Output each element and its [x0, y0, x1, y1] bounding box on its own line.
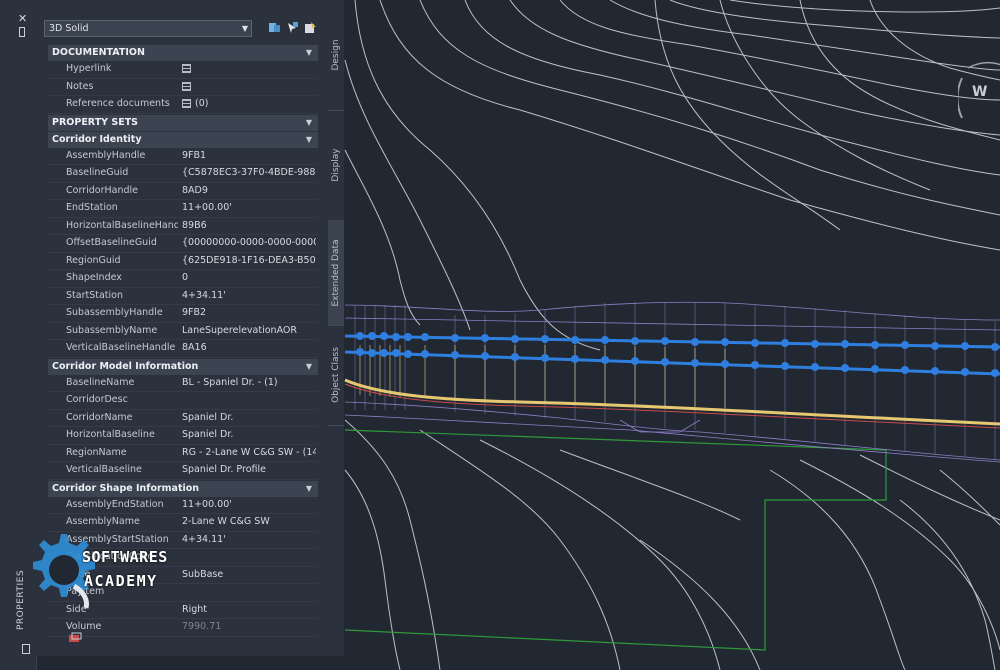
- property-row-reference-documents[interactable]: Reference documents (0): [48, 96, 318, 114]
- property-row[interactable]: CorridorName Spaniel Dr.: [48, 410, 318, 427]
- property-row-notes[interactable]: Notes: [48, 79, 318, 96]
- property-value[interactable]: [182, 61, 316, 78]
- close-icon[interactable]: ✕: [18, 12, 27, 25]
- property-row[interactable]: StartStation 4+34.11': [48, 288, 318, 305]
- property-row[interactable]: ShapeIndex 0: [48, 270, 318, 288]
- property-row[interactable]: VerticalBaseline Spaniel Dr. Profile: [48, 462, 318, 480]
- property-row[interactable]: AssemblyName 2-Lane W C&G SW: [48, 514, 318, 532]
- property-row[interactable]: BaselineName BL - Spaniel Dr. - (1): [48, 375, 318, 392]
- property-row[interactable]: VerticalBaselineHandle 8A16: [48, 340, 318, 358]
- bottom-tool-icon[interactable]: [68, 632, 82, 644]
- gear-logo-icon: [33, 534, 95, 609]
- section-corridor-shape-information[interactable]: Corridor Shape Information ▼: [48, 479, 318, 497]
- watermark-logo: SOFTWARES ACADEMY: [26, 530, 206, 610]
- property-row[interactable]: OffsetBaselineGuid {00000000-0000-0000-00…: [48, 235, 318, 253]
- quick-select-icon[interactable]: [304, 21, 317, 34]
- property-value[interactable]: [182, 79, 316, 96]
- chevron-down-icon: ▼: [305, 117, 312, 127]
- property-row[interactable]: SubassemblyHandle 9FB2: [48, 305, 318, 323]
- object-type-value: 3D Solid: [49, 23, 89, 34]
- property-row[interactable]: Volume 7990.71: [48, 619, 318, 637]
- property-row[interactable]: AssemblyEndStation 11+00.00': [48, 497, 318, 514]
- property-row-hyperlink[interactable]: Hyperlink: [48, 61, 318, 79]
- toggle-pickadd-icon[interactable]: [268, 21, 281, 34]
- section-corridor-identity[interactable]: Corridor Identity ▼: [48, 130, 318, 148]
- palette-tabs: Design Display Extended Data Object Clas…: [328, 0, 344, 656]
- tab-display[interactable]: Display: [328, 110, 344, 221]
- select-objects-icon[interactable]: [286, 21, 299, 34]
- browse-icon[interactable]: [182, 64, 191, 73]
- property-row[interactable]: BaselineGuid{C5878EC3-37F0-4BDE-9887-...: [48, 165, 318, 183]
- property-row[interactable]: RegionName RG - 2-Lane W C&G SW - (14): [48, 445, 318, 462]
- palette-settings-icon[interactable]: [22, 644, 30, 654]
- tab-design[interactable]: Design: [328, 0, 344, 111]
- compass-west-label: W: [972, 84, 988, 100]
- chevron-down-icon: ▼: [305, 361, 312, 371]
- property-row[interactable]: SubassemblyName LaneSuperelevationAOR: [48, 323, 318, 340]
- property-row[interactable]: CorridorHandle 8AD9: [48, 183, 318, 200]
- property-row[interactable]: HorizontalBaseline Spaniel Dr.: [48, 427, 318, 445]
- property-row[interactable]: AssemblyHandle 9FB1: [48, 148, 318, 165]
- property-row[interactable]: EndStation 11+00.00': [48, 200, 318, 218]
- section-documentation[interactable]: DOCUMENTATION ▼: [48, 44, 318, 61]
- chevron-down-icon: ▼: [305, 483, 312, 493]
- viewcube-compass[interactable]: W: [958, 48, 1000, 138]
- chevron-down-icon: ▼: [305, 48, 312, 57]
- tab-extended-data[interactable]: Extended Data: [328, 220, 344, 326]
- chevron-down-icon: ▼: [241, 24, 248, 33]
- section-corridor-model-information[interactable]: Corridor Model Information ▼: [48, 357, 318, 375]
- property-row[interactable]: CorridorDesc: [48, 392, 318, 410]
- browse-icon[interactable]: [182, 99, 191, 108]
- section-property-sets[interactable]: PROPERTY SETS ▼: [48, 113, 318, 131]
- autohide-icon[interactable]: [19, 27, 25, 37]
- property-row[interactable]: HorizontalBaselineHandle 89B6: [48, 218, 318, 235]
- tab-object-class[interactable]: Object Class: [328, 325, 344, 426]
- object-type-select[interactable]: 3D Solid ▼: [44, 20, 252, 37]
- property-row[interactable]: RegionGuid{625DE918-1F16-DEA3-B502-...: [48, 253, 318, 270]
- browse-icon[interactable]: [182, 81, 191, 91]
- property-value[interactable]: (0): [182, 96, 316, 113]
- chevron-down-icon: ▼: [305, 134, 312, 144]
